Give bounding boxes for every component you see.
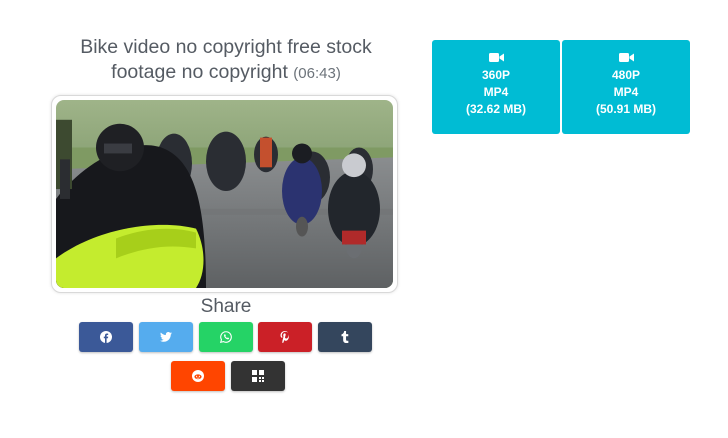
qrcode-button[interactable] [231, 361, 285, 391]
download-size: (50.91 MB) [595, 102, 657, 116]
download-format: MP4 [483, 85, 509, 99]
reddit-icon [192, 370, 204, 382]
video-title: Bike video no copyright free stock foota… [52, 35, 400, 86]
download-quality: 360P [481, 68, 511, 82]
download-480p-button[interactable]: 480P MP4 (50.91 MB) [562, 40, 690, 134]
download-size: (32.62 MB) [465, 102, 527, 116]
download-format: MP4 [613, 85, 639, 99]
whatsapp-icon [220, 331, 232, 343]
download-quality: 480P [611, 68, 641, 82]
share-reddit-button[interactable] [171, 361, 225, 391]
tumblr-icon [341, 331, 349, 343]
video-thumbnail-frame[interactable] [51, 95, 398, 293]
share-pinterest-button[interactable] [258, 322, 312, 352]
download-360p-button[interactable]: 360P MP4 (32.62 MB) [432, 40, 560, 134]
video-thumbnail[interactable] [56, 100, 393, 288]
qrcode-icon [252, 370, 264, 382]
video-duration: (06:43) [293, 65, 341, 82]
share-tumblr-button[interactable] [318, 322, 372, 352]
share-whatsapp-button[interactable] [199, 322, 253, 352]
share-facebook-button[interactable] [79, 322, 133, 352]
facebook-icon [100, 331, 112, 343]
share-twitter-button[interactable] [139, 322, 193, 352]
pinterest-icon [280, 331, 289, 343]
video-camera-icon [618, 53, 634, 62]
twitter-icon [160, 332, 172, 342]
video-camera-icon [488, 53, 504, 62]
share-label: Share [200, 296, 252, 317]
